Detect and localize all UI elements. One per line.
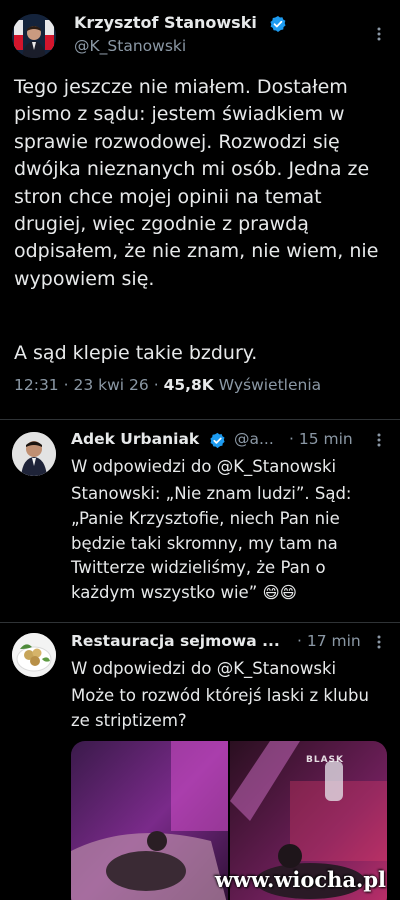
author-handle[interactable]: @K_Stanowski bbox=[74, 37, 186, 55]
views-label: Wyświetlenia bbox=[218, 376, 322, 394]
reply-avatar[interactable] bbox=[12, 633, 56, 677]
more-options-icon[interactable] bbox=[372, 26, 386, 42]
reply-author-name[interactable]: Restauracja sejmowa ... bbox=[71, 632, 280, 650]
author-name[interactable]: Krzysztof Stanowski bbox=[74, 13, 257, 32]
replying-to-mention[interactable]: @K_Stanowski bbox=[217, 457, 336, 476]
replying-to-prefix: W odpowiedzi do bbox=[71, 659, 212, 678]
reply-avatar[interactable] bbox=[12, 432, 56, 476]
reply-timestamp[interactable]: · 15 min bbox=[289, 430, 353, 448]
tweet-text: Tego jeszcze nie miałem. Dostałem pismo … bbox=[14, 76, 379, 290]
replying-to: W odpowiedzi do @K_Stanowski bbox=[71, 455, 389, 480]
more-options-icon[interactable] bbox=[372, 634, 386, 650]
tweet-thread-page: Krzysztof Stanowski @K_Stanowski Tego je… bbox=[0, 0, 400, 900]
reply-author-name[interactable]: Adek Urbaniak bbox=[71, 430, 199, 448]
tweet-text-second-paragraph: A sąd klepie takie bzdury. bbox=[14, 342, 258, 364]
author-avatar[interactable] bbox=[12, 14, 56, 58]
more-options-icon[interactable] bbox=[372, 432, 386, 448]
replying-to-mention[interactable]: @K_Stanowski bbox=[217, 659, 336, 678]
tweet-meta: 12:31 · 23 kwi 26 · 45,8K Wyświetlenia bbox=[14, 376, 321, 394]
replying-to-prefix: W odpowiedzi do bbox=[71, 457, 212, 476]
meta-separator: · bbox=[153, 376, 159, 394]
tweet-time[interactable]: 12:31 bbox=[14, 376, 59, 394]
verified-badge-icon bbox=[210, 432, 225, 449]
main-tweet: Krzysztof Stanowski @K_Stanowski Tego je… bbox=[0, 0, 400, 418]
media-image-left[interactable] bbox=[71, 741, 228, 900]
views-count: 45,8K bbox=[163, 376, 214, 394]
meta-separator: · bbox=[63, 376, 69, 394]
reply-text: Stanowski: „Nie znam ludzi”. Sąd: „Panie… bbox=[71, 484, 352, 603]
media-caption: BLASK bbox=[306, 755, 345, 765]
reply-timestamp[interactable]: · 17 min bbox=[297, 632, 361, 650]
tweet-date[interactable]: 23 kwi 26 bbox=[73, 376, 148, 394]
reply-text: Może to rozwód którejś laski z klubu ze … bbox=[71, 686, 369, 730]
watermark-text: www.wiocha.pl bbox=[214, 867, 386, 892]
reply-author-handle[interactable]: @a... bbox=[234, 430, 274, 448]
verified-badge-icon bbox=[270, 15, 286, 33]
replying-to: W odpowiedzi do @K_Stanowski bbox=[71, 657, 389, 682]
